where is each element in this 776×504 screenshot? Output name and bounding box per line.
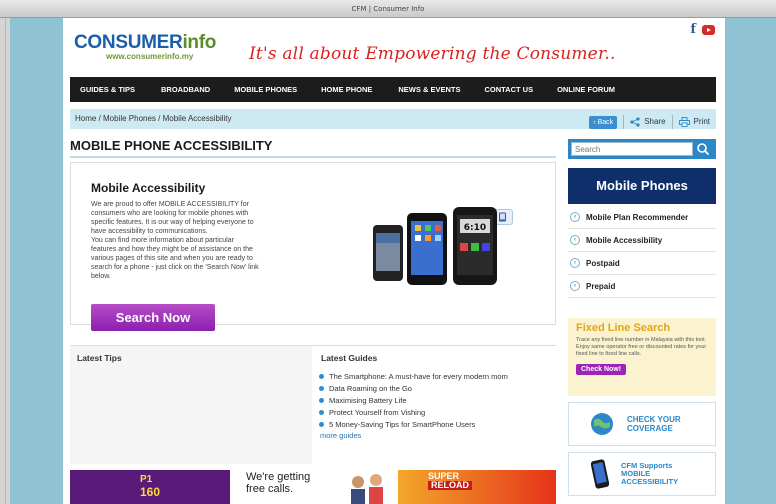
chevron-left-icon: ‹ [570, 281, 580, 291]
hero-line: have accessibility to communications. [91, 228, 208, 235]
ad-banner-super-reload[interactable]: SUPER RELOAD [398, 470, 556, 504]
svg-text:6:10: 6:10 [464, 223, 486, 233]
guide-link[interactable]: The Smartphone: A must-have for every mo… [319, 373, 556, 381]
guides-list: The Smartphone: A must-have for every mo… [319, 373, 556, 429]
page-title: MOBILE PHONE ACCESSIBILITY [70, 138, 556, 158]
hero-line: consumers who are looking for mobile pho… [91, 210, 249, 217]
latest-tips-panel: Latest Tips [70, 346, 312, 464]
facebook-icon[interactable]: f [690, 22, 696, 37]
ad-banner-free-calls[interactable]: We're getting free calls. [234, 470, 394, 504]
chevron-left-icon: ‹ [570, 212, 580, 222]
ad1-title: P1 [140, 474, 153, 485]
nav-guides-tips[interactable]: GUIDES & TIPS [80, 85, 135, 94]
back-button[interactable]: ‹ Back [589, 115, 618, 129]
guide-link[interactable]: Data Roaming on the Go [319, 385, 556, 393]
more-guides-link[interactable]: more guides [320, 431, 556, 440]
search-now-button[interactable]: Search Now [91, 304, 215, 331]
hero-line: search for a phone - just click on the '… [91, 264, 259, 271]
coverage-line1: CHECK YOUR [627, 415, 681, 424]
latest-section: Latest Tips Latest Guides The Smartphone… [70, 345, 556, 464]
share-icon [630, 117, 640, 127]
search-box [568, 139, 716, 159]
social-links: f [690, 22, 715, 37]
ad3-line2: RELOAD [428, 481, 472, 490]
search-icon[interactable] [696, 142, 710, 156]
ad1-price: 160 [140, 485, 161, 499]
globe-icon [591, 413, 613, 435]
hero-line: various pages of this site and when you … [91, 255, 253, 262]
check-coverage-banner[interactable]: CHECK YOUR COVERAGE [568, 402, 716, 446]
hero-line: We are proud to offer MOBILE ACCESSIBILI… [91, 201, 249, 208]
fixed-line-search-panel: Fixed Line Search Trace any fixed line n… [568, 318, 716, 396]
hero-title: Mobile Accessibility [91, 181, 206, 195]
hero-line: below. [91, 273, 111, 280]
sidebar-item-label: Mobile Accessibility [586, 235, 663, 245]
browser-scroll-edge [0, 18, 10, 504]
sidebar-item-label: Mobile Plan Recommender [586, 212, 689, 222]
page: CONSUMERinfo www.consumerinfo.my It's al… [63, 18, 725, 504]
share-button[interactable]: Share [630, 112, 666, 132]
coverage-line2: COVERAGE [627, 424, 673, 433]
site-logo[interactable]: CONSUMERinfo www.consumerinfo.my [74, 32, 216, 61]
fixed-line-title: Fixed Line Search [576, 322, 671, 334]
main-nav: GUIDES & TIPS BROADBAND MOBILE PHONES HO… [70, 77, 716, 102]
sidebar-item-label: Postpaid [586, 258, 620, 268]
sidebar: Mobile Phones ‹ Mobile Plan Recommender ‹… [568, 139, 716, 496]
guide-link[interactable]: Protect Yourself from Vishing [319, 409, 556, 417]
print-label: Print [693, 117, 710, 126]
nav-mobile-phones[interactable]: MOBILE PHONES [234, 85, 297, 94]
logo-brand-main: CONSUMER [74, 32, 183, 53]
fixed-line-desc: Trace any fixed line number in Malaysia … [576, 337, 707, 357]
share-label: Share [644, 117, 666, 126]
divider [623, 115, 625, 129]
ad-banner-p1[interactable]: P1 160 [70, 470, 230, 504]
phone-icon [591, 459, 609, 489]
sidebar-item-label: Prepaid [586, 281, 616, 291]
people-image [351, 474, 383, 504]
nav-online-forum[interactable]: ONLINE FORUM [557, 85, 615, 94]
sidebar-item-postpaid[interactable]: ‹ Postpaid [568, 252, 716, 275]
latest-tips-title: Latest Tips [77, 353, 122, 363]
nav-contact-us[interactable]: CONTACT US [484, 85, 533, 94]
latest-guides-title: Latest Guides [321, 353, 378, 363]
mobile-links: ‹ Mobile Plan Recommender ‹ Mobile Accessi… [568, 206, 716, 298]
search-input[interactable] [571, 142, 693, 156]
logo-brand-suffix: info [182, 32, 217, 53]
nav-news-events[interactable]: NEWS & EVENTS [398, 85, 460, 94]
cfm-supports-banner[interactable]: CFM Supports MOBILE ACCESSIBILITY [568, 452, 716, 496]
cfm-line3: ACCESSIBILITY [621, 477, 679, 486]
phones-image: 6:10 [373, 207, 497, 285]
youtube-icon[interactable] [702, 24, 715, 35]
guide-link[interactable]: Maximising Battery Life [319, 397, 556, 405]
divider [671, 115, 673, 129]
mobile-phones-heading: Mobile Phones [568, 168, 716, 204]
site-tagline: It's all about Empowering the Consumer.. [249, 44, 616, 64]
breadcrumb: Home / Mobile Phones / Mobile Accessibil… [70, 109, 716, 129]
chevron-left-icon: ‹ [570, 258, 580, 268]
nav-home-phone[interactable]: HOME PHONE [321, 85, 372, 94]
print-icon [678, 117, 690, 127]
hero-line: specific features. It is our way of help… [91, 219, 254, 226]
hero-panel: Mobile Accessibility We are proud to off… [70, 162, 556, 331]
hero-line: You can find more information about part… [91, 237, 234, 244]
sidebar-item-mobile-accessibility[interactable]: ‹ Mobile Accessibility [568, 229, 716, 252]
check-now-button[interactable]: Check Now! [576, 364, 627, 375]
sidebar-item-prepaid[interactable]: ‹ Prepaid [568, 275, 716, 298]
chevron-left-icon: ‹ [570, 235, 580, 245]
guide-link[interactable]: 5 Money-Saving Tips for SmartPhone Users [319, 421, 556, 429]
ad-strip: P1 160 We're getting free calls. SUPER R… [70, 470, 556, 504]
hero-line: features and how they might be of assist… [91, 246, 253, 253]
nav-broadband[interactable]: BROADBAND [161, 85, 210, 94]
latest-guides-panel: Latest Guides The Smartphone: A must-hav… [314, 346, 556, 464]
back-label: Back [597, 118, 614, 126]
print-button[interactable]: Print [678, 112, 710, 132]
sidebar-item-plan-recommender[interactable]: ‹ Mobile Plan Recommender [568, 206, 716, 229]
page-actions: ‹ Back Share Print [589, 112, 710, 132]
breadcrumb-text[interactable]: Home / Mobile Phones / Mobile Accessibil… [75, 114, 232, 123]
hero-body: We are proud to offer MOBILE ACCESSIBILI… [91, 200, 341, 281]
window-titlebar: CFM | Consumer Info [0, 0, 776, 18]
